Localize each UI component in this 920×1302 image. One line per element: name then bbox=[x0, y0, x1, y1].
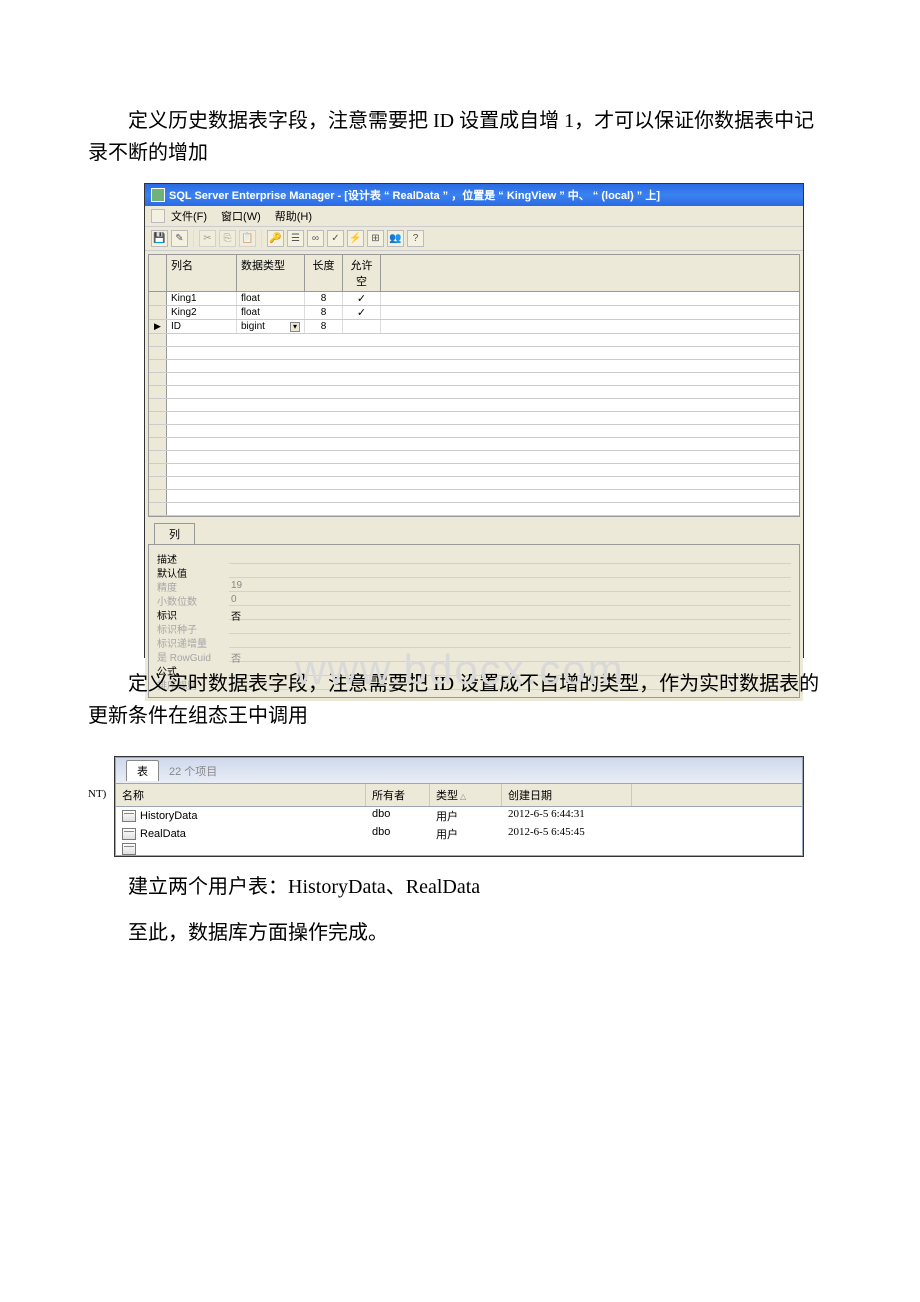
table-icon bbox=[122, 843, 136, 855]
table-icon bbox=[122, 828, 136, 840]
col-name[interactable]: 名称 bbox=[116, 784, 366, 806]
table-row[interactable]: HistoryData dbo 用户 2012-6-5 6:44:31 bbox=[116, 807, 802, 825]
column-row[interactable]: King2 float 8 ✓ bbox=[149, 306, 799, 320]
toolbar: 💾 ✎ ✂ ⎘ 📋 🔑 ☰ ∞ ✓ ⚡ ⊞ 👥 ? bbox=[145, 227, 803, 251]
col-type[interactable]: 类型△ bbox=[430, 784, 502, 806]
save-icon[interactable]: 💾 bbox=[151, 230, 168, 247]
prop-icon[interactable]: ⊞ bbox=[367, 230, 384, 247]
menu-help[interactable]: 帮助(H) bbox=[275, 208, 312, 224]
app-icon bbox=[151, 188, 165, 202]
window-title: SQL Server Enterprise Manager - [设计表 “ R… bbox=[169, 187, 660, 203]
menu-bar[interactable]: 文件(F) 窗口(W) 帮助(H) bbox=[145, 206, 803, 227]
indexes-icon[interactable]: ☰ bbox=[287, 230, 304, 247]
relationships-icon[interactable]: ∞ bbox=[307, 230, 324, 247]
header-allow-null[interactable]: 允许空 bbox=[343, 255, 381, 291]
table-icon bbox=[122, 810, 136, 822]
check-icon[interactable]: ✓ bbox=[357, 292, 366, 305]
dropdown-icon[interactable]: ▾ bbox=[290, 322, 300, 332]
columns-grid[interactable]: 列名 数据类型 长度 允许空 King1 float 8 ✓ King2 flo… bbox=[148, 254, 800, 517]
menu-file[interactable]: 文件(F) bbox=[171, 208, 207, 224]
trigger-icon[interactable]: ⚡ bbox=[347, 230, 364, 247]
list-tabs: 表 22 个项目 bbox=[115, 757, 803, 783]
tables-list-window: 表 22 个项目 名称 所有者 类型△ 创建日期 HistoryData dbo… bbox=[114, 756, 804, 857]
script-icon[interactable]: ✎ bbox=[171, 230, 188, 247]
paragraph-4: 至此，数据库方面操作完成。 bbox=[88, 917, 832, 949]
check-icon[interactable]: ✓ bbox=[327, 230, 344, 247]
sql-designer-window: SQL Server Enterprise Manager - [设计表 “ R… bbox=[144, 183, 804, 658]
control-menu-icon[interactable] bbox=[151, 209, 165, 223]
paste-icon[interactable]: 📋 bbox=[239, 230, 256, 247]
grid-header: 列名 数据类型 长度 允许空 bbox=[149, 255, 799, 292]
help-icon[interactable]: ? bbox=[407, 230, 424, 247]
header-column-name[interactable]: 列名 bbox=[167, 255, 237, 291]
paragraph-1: 定义历史数据表字段，注意需要把 ID 设置成自增 1，才可以保证你数据表中记录不… bbox=[88, 105, 832, 169]
tree-fragment-label: NT) bbox=[88, 788, 106, 800]
tab-tables[interactable]: 表 bbox=[126, 760, 159, 781]
list-columns-header: 名称 所有者 类型△ 创建日期 bbox=[115, 783, 803, 807]
sort-asc-icon: △ bbox=[460, 792, 466, 801]
column-row[interactable]: ▶ ID bigint▾ 8 bbox=[149, 320, 799, 334]
properties-tab[interactable]: 列 bbox=[154, 523, 195, 544]
permissions-icon[interactable]: 👥 bbox=[387, 230, 404, 247]
check-icon[interactable]: ✓ bbox=[357, 306, 366, 319]
table-row[interactable]: RealData dbo 用户 2012-6-5 6:45:45 bbox=[116, 825, 802, 843]
cut-icon[interactable]: ✂ bbox=[199, 230, 216, 247]
menu-window[interactable]: 窗口(W) bbox=[221, 208, 261, 224]
table-row[interactable] bbox=[116, 843, 802, 855]
key-icon[interactable]: 🔑 bbox=[267, 230, 284, 247]
header-data-type[interactable]: 数据类型 bbox=[237, 255, 305, 291]
current-row-marker: ▶ bbox=[154, 321, 161, 332]
header-length[interactable]: 长度 bbox=[305, 255, 343, 291]
column-row[interactable]: King1 float 8 ✓ bbox=[149, 292, 799, 306]
paragraph-3: 建立两个用户表：HistoryData、RealData bbox=[88, 871, 832, 903]
item-count: 22 个项目 bbox=[169, 763, 217, 779]
title-bar: SQL Server Enterprise Manager - [设计表 “ R… bbox=[145, 184, 803, 206]
col-owner[interactable]: 所有者 bbox=[366, 784, 430, 806]
col-date[interactable]: 创建日期 bbox=[502, 784, 632, 806]
copy-icon[interactable]: ⎘ bbox=[219, 230, 236, 247]
